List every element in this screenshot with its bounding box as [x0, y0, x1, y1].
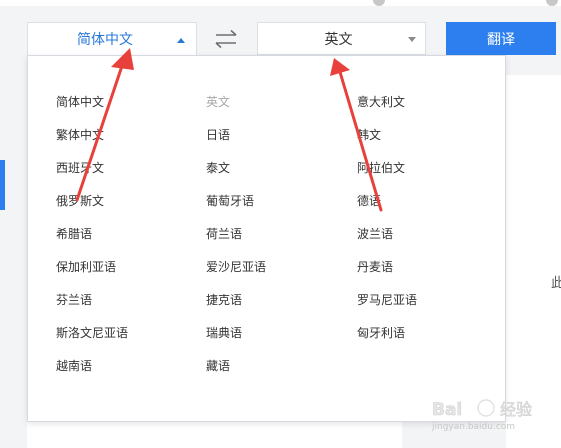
top-edge: [0, 0, 561, 6]
baidu-jingyan-watermark: Bai 经验: [432, 399, 532, 420]
watermark-url: jingyan.baidu.com: [432, 422, 516, 432]
language-option[interactable]: 西班牙文: [56, 160, 104, 176]
language-option[interactable]: 瑞典语: [206, 325, 242, 341]
language-option[interactable]: 俄罗斯文: [56, 193, 104, 209]
source-language-select[interactable]: 简体中文: [27, 22, 197, 55]
translate-button[interactable]: 翻译: [446, 22, 556, 55]
caret-up-icon: [177, 38, 185, 43]
left-accent-bar: [0, 160, 5, 210]
language-option[interactable]: 荷兰语: [206, 226, 242, 242]
language-option[interactable]: 繁体中文: [56, 127, 104, 143]
language-option[interactable]: 捷克语: [206, 292, 242, 308]
language-option[interactable]: 藏语: [206, 358, 230, 374]
language-option[interactable]: 芬兰语: [56, 292, 92, 308]
language-option[interactable]: 越南语: [56, 358, 92, 374]
language-option[interactable]: 丹麦语: [357, 259, 393, 275]
source-language-label: 简体中文: [77, 32, 133, 48]
input-panel-bottom: [27, 422, 402, 448]
language-option[interactable]: 日语: [206, 127, 230, 143]
language-option[interactable]: 意大利文: [357, 94, 405, 110]
language-option[interactable]: 保加利亚语: [56, 259, 116, 275]
language-option[interactable]: 波兰语: [357, 226, 393, 242]
target-language-select[interactable]: 英文: [257, 22, 426, 55]
output-panel: [506, 75, 561, 448]
swap-arrows-icon: [215, 29, 237, 49]
svg-text:经验: 经验: [500, 400, 532, 419]
language-option[interactable]: 罗马尼亚语: [357, 292, 417, 308]
language-option[interactable]: 匈牙利语: [357, 325, 405, 341]
svg-text:Bai: Bai: [432, 400, 462, 420]
language-option[interactable]: 泰文: [206, 160, 230, 176]
swap-languages-button[interactable]: [211, 27, 241, 51]
language-option[interactable]: 德语: [357, 193, 381, 209]
language-option[interactable]: 简体中文: [56, 94, 104, 110]
language-option[interactable]: 斯洛文尼亚语: [56, 325, 128, 341]
language-option[interactable]: 阿拉伯文: [357, 160, 405, 176]
language-option[interactable]: 葡萄牙语: [206, 193, 254, 209]
caret-down-icon: [408, 37, 416, 42]
language-option[interactable]: 希腊语: [56, 226, 92, 242]
output-hint-text: 此: [551, 276, 561, 291]
language-option-disabled: 英文: [206, 95, 231, 109]
language-option[interactable]: 韩文: [357, 127, 381, 143]
target-language-label: 英文: [324, 31, 353, 48]
language-option[interactable]: 爱沙尼亚语: [206, 259, 266, 275]
language-dropdown: 简体中文 繁体中文 西班牙文 俄罗斯文 希腊语 保加利亚语 芬兰语 斯洛文尼亚语…: [27, 55, 506, 422]
